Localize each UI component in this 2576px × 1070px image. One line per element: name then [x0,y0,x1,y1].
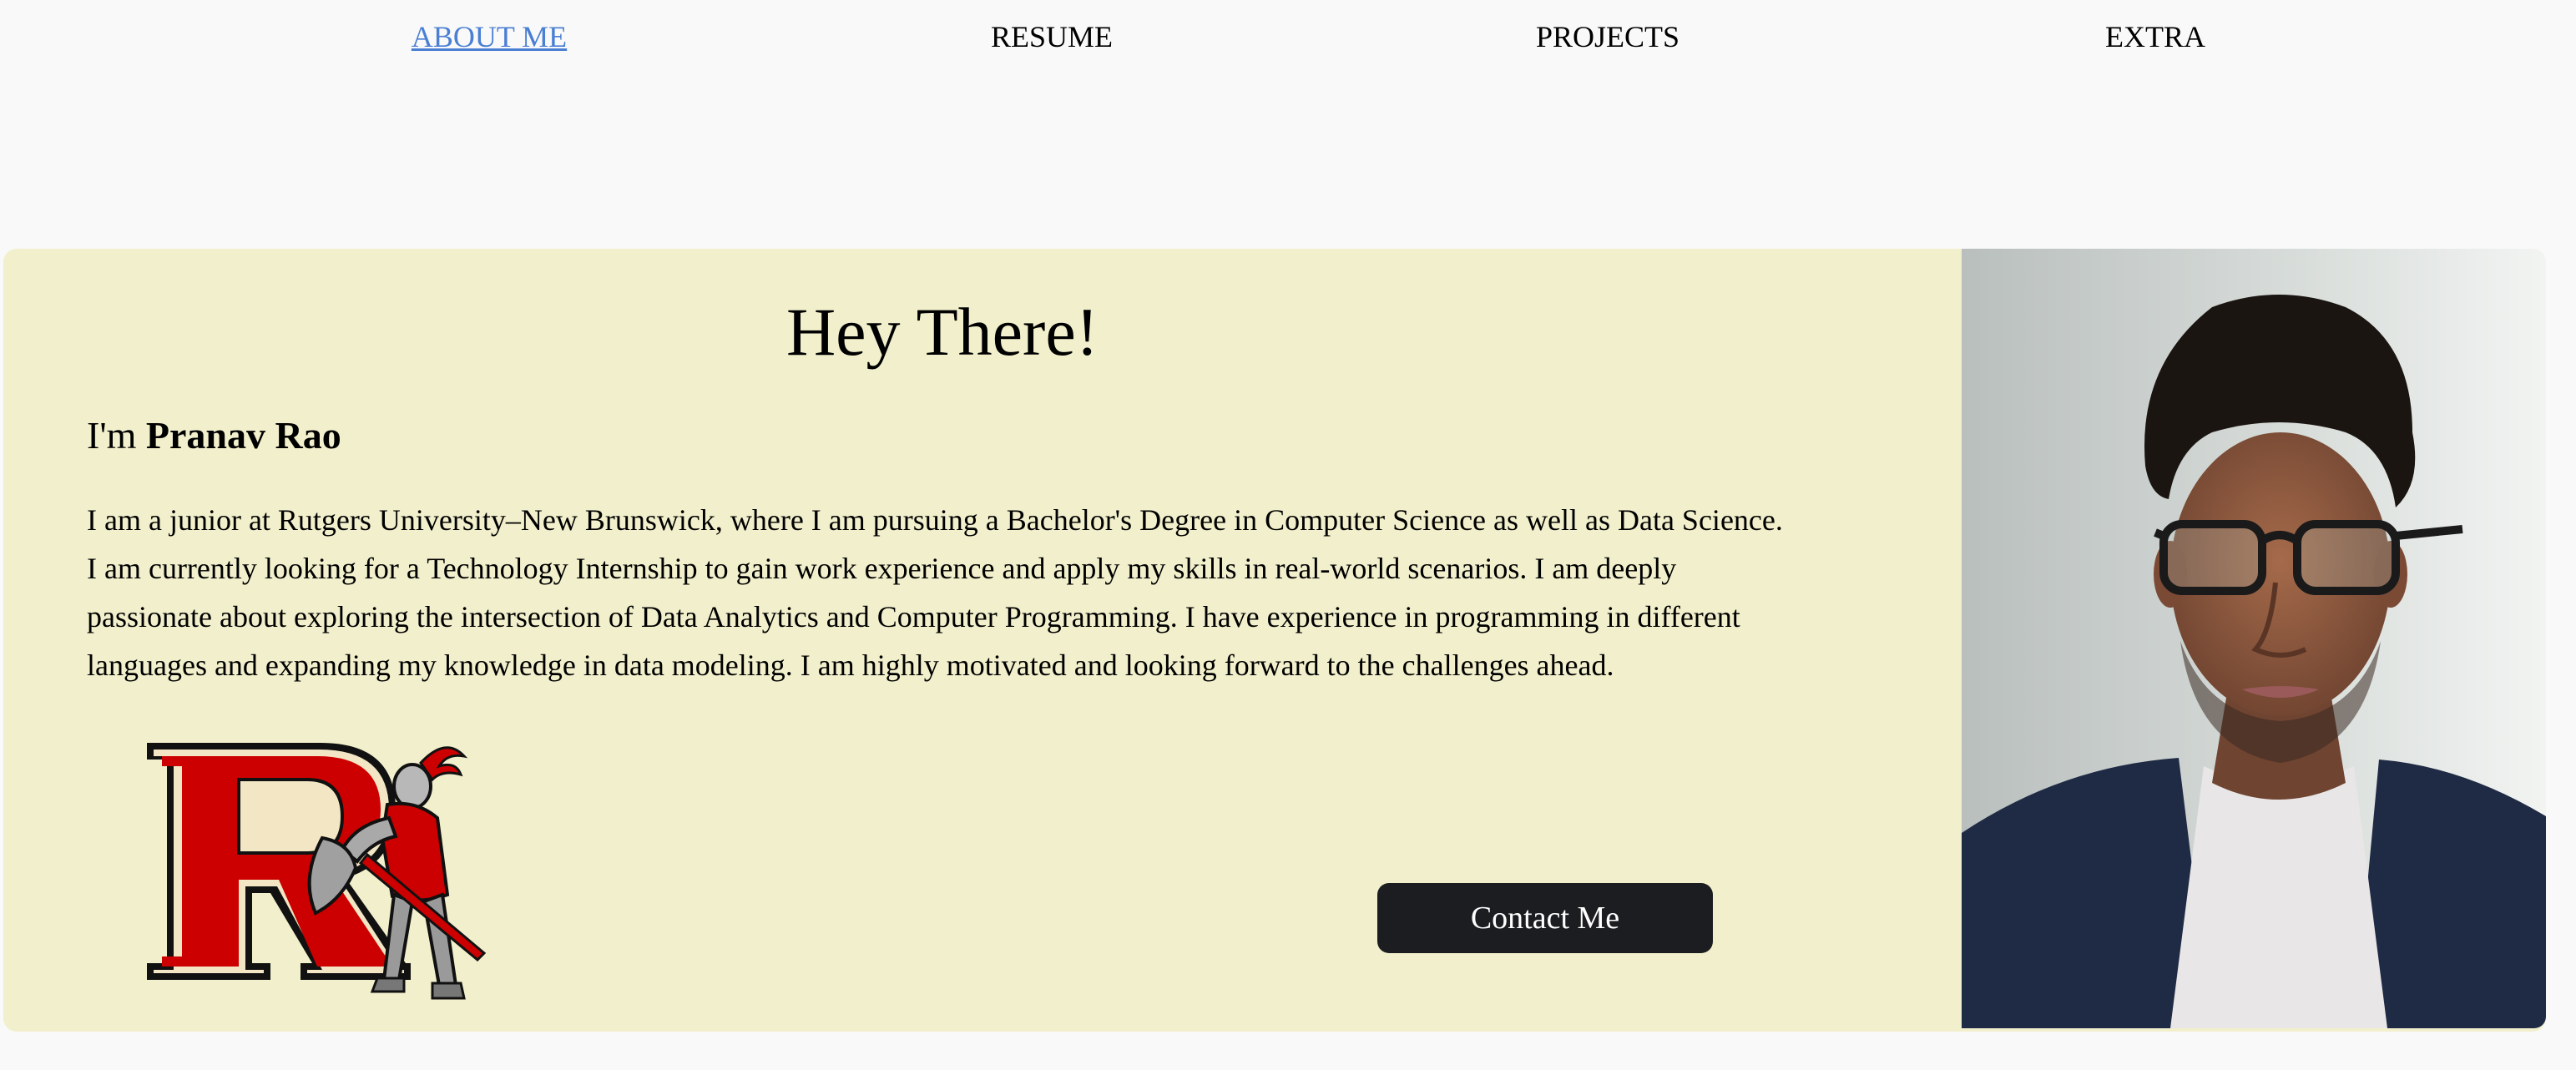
rutgers-logo [147,743,487,1000]
top-nav: ABOUT ME RESUME PROJECTS EXTRA [0,0,2576,75]
nav-link-resume[interactable]: RESUME [991,18,1113,55]
intro-line: I'm Pranav Rao [87,412,341,459]
nav-link-about-me[interactable]: ABOUT ME [412,18,567,55]
bio-paragraph: I am a junior at Rutgers University–New … [87,503,1783,682]
profile-photo [1962,249,2546,1028]
intro-prefix: I'm [87,414,137,457]
nav-link-extra[interactable]: EXTRA [2105,18,2205,55]
nav-link-projects[interactable]: PROJECTS [1536,18,1679,55]
person-name: Pranav Rao [145,414,341,457]
about-card: Hey There! I'm Pranav Rao I am a junior … [3,249,2546,1032]
logo-knight-helmet [392,763,432,810]
contact-me-button[interactable]: Contact Me [1377,883,1713,953]
hero-title: Hey There! [785,294,1099,370]
about-text-panel: Hey There! I'm Pranav Rao I am a junior … [3,249,1962,1032]
photo-shirt [2170,766,2387,1028]
